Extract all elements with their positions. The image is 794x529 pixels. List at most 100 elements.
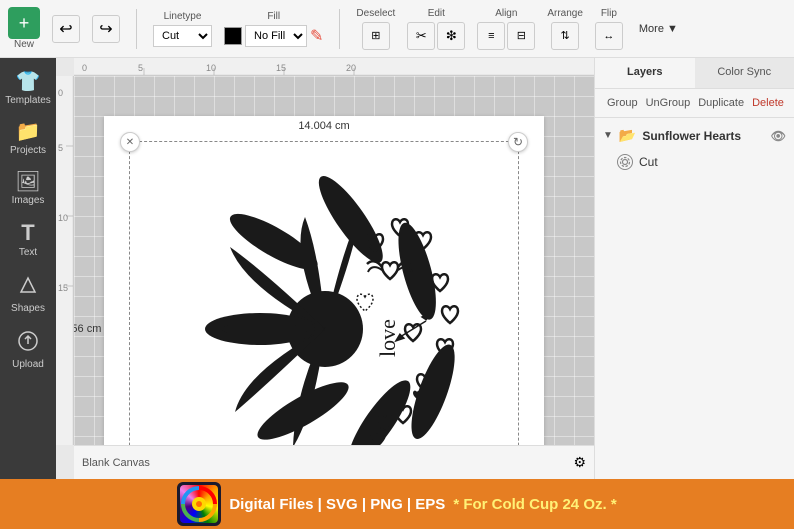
sidebar-item-projects[interactable]: 📁 Projects: [3, 116, 53, 162]
height-label-text: 12.856 cm: [74, 323, 101, 335]
align-group: Align ≡ ⊟: [477, 8, 535, 50]
tab-layers[interactable]: Layers: [595, 58, 695, 88]
tab-color-sync[interactable]: Color Sync: [695, 58, 794, 88]
bottom-banner: MICON DESIGNS Digital Files | SVG | PNG …: [0, 479, 794, 529]
svg-text:love: love: [375, 319, 400, 357]
linetype-select[interactable]: Cut Draw Score: [153, 25, 212, 47]
tab-layers-label: Layers: [627, 66, 662, 78]
svg-text:0: 0: [58, 88, 63, 98]
toolbar: + New ↩ ↪ Linetype Cut Draw Score Fill N…: [0, 0, 794, 58]
width-label-text: 14.004 cm: [298, 120, 349, 132]
layer-sunflower-hearts-name: Sunflower Hearts: [642, 129, 764, 143]
align-button[interactable]: ≡: [477, 22, 505, 50]
panel-actions: Group UnGroup Duplicate Delete: [595, 89, 794, 118]
layer-cut-name: Cut: [639, 155, 786, 169]
fill-label: Fill: [267, 11, 280, 22]
layer-gear-icon: [617, 154, 633, 170]
sidebar-item-projects-label: Projects: [10, 145, 46, 156]
shapes-icon: [17, 274, 39, 300]
deselect-group: Deselect ⊞: [356, 8, 395, 50]
canvas-area[interactable]: 0 5 10 15 20 0 5 10 15: [56, 58, 594, 479]
svg-text:5: 5: [138, 63, 143, 73]
delete-button[interactable]: Delete: [748, 95, 788, 111]
group-button[interactable]: Group: [603, 95, 642, 111]
left-sidebar: 👕 Templates 📁 Projects 🖼 Images T Text S…: [0, 58, 56, 479]
linetype-label: Linetype: [164, 11, 202, 22]
deselect-label: Deselect: [356, 8, 395, 19]
svg-text:20: 20: [346, 63, 356, 73]
more-button[interactable]: More ▼: [635, 21, 682, 37]
dimension-width: 14.004 cm: [298, 120, 349, 132]
duplicate-button[interactable]: Duplicate: [694, 95, 748, 111]
layer-expand-icon: ▼: [603, 130, 613, 141]
main-area: 👕 Templates 📁 Projects 🖼 Images T Text S…: [0, 58, 794, 479]
canvas-bottom: Blank Canvas ⚙: [74, 445, 594, 479]
selection-box[interactable]: 14.004 cm 12.856 cm ✕ ↻ 🔒 ⤢: [129, 141, 519, 445]
more-label: More ▼: [639, 23, 678, 35]
delete-label: Delete: [752, 97, 784, 109]
sidebar-item-templates[interactable]: 👕 Templates: [3, 66, 53, 112]
align-button2[interactable]: ⊟: [507, 22, 535, 50]
group-label: Group: [607, 97, 638, 109]
sidebar-item-shapes[interactable]: Shapes: [3, 268, 53, 320]
canvas-settings-btn[interactable]: ⚙: [573, 454, 586, 471]
flip-button[interactable]: ↔: [595, 22, 623, 50]
new-label: New: [14, 39, 34, 50]
svg-text:0: 0: [82, 63, 87, 73]
svg-text:10: 10: [206, 63, 216, 73]
redo-button[interactable]: ↪: [92, 15, 120, 43]
flip-label: Flip: [601, 8, 617, 19]
layers-content: ▼ 📂 Sunflower Hearts 👁 Cut: [595, 118, 794, 479]
design-svg[interactable]: love: [145, 157, 505, 445]
blank-canvas-label: Blank Canvas: [82, 457, 150, 469]
banner-logo-inner: MICON DESIGNS: [180, 485, 218, 523]
arrange-button[interactable]: ⇅: [551, 22, 579, 50]
sidebar-item-text-label: Text: [19, 247, 37, 258]
sidebar-item-images[interactable]: 🖼 Images: [3, 166, 53, 212]
fill-group: Fill No Fill Fill ✎: [224, 11, 323, 47]
layer-folder-icon: 📂: [619, 127, 636, 144]
sidebar-item-shapes-label: Shapes: [11, 303, 45, 314]
edit-label: Edit: [428, 8, 445, 19]
fill-select[interactable]: No Fill Fill: [245, 25, 307, 47]
banner-logo: MICON DESIGNS: [177, 482, 221, 526]
arrange-group: Arrange ⇅: [547, 8, 583, 50]
upload-icon: [17, 330, 39, 356]
panel-tabs: Layers Color Sync: [595, 58, 794, 89]
linetype-group: Linetype Cut Draw Score: [153, 11, 212, 47]
fill-pen-icon[interactable]: ✎: [310, 26, 323, 46]
rotate-handle[interactable]: ↻: [508, 132, 528, 152]
templates-icon: 👕: [16, 72, 41, 92]
ungroup-button[interactable]: UnGroup: [642, 95, 695, 111]
right-panel: Layers Color Sync Group UnGroup Duplicat…: [594, 58, 794, 479]
sidebar-item-upload[interactable]: Upload: [3, 324, 53, 376]
svg-text:5: 5: [58, 143, 63, 153]
fill-color-swatch[interactable]: [224, 27, 242, 45]
edit-button[interactable]: ✂: [407, 22, 435, 50]
svg-text:15: 15: [276, 63, 286, 73]
close-handle[interactable]: ✕: [120, 132, 140, 152]
dimension-height: 12.856 cm: [74, 323, 101, 335]
layer-sunflower-hearts[interactable]: ▼ 📂 Sunflower Hearts 👁: [595, 122, 794, 149]
sidebar-item-text[interactable]: T Text: [3, 216, 53, 264]
svg-text:10: 10: [58, 213, 68, 223]
flip-group: Flip ↔: [595, 8, 623, 50]
align-label: Align: [495, 8, 517, 19]
layer-cut[interactable]: Cut: [595, 149, 794, 175]
undo-button[interactable]: ↩: [52, 15, 80, 43]
banner-text1: Digital Files | SVG | PNG | EPS: [229, 496, 445, 513]
arrange-label: Arrange: [547, 8, 583, 19]
tab-color-sync-label: Color Sync: [717, 66, 771, 78]
divider1: [136, 9, 137, 49]
edit-group: Edit ✂ ❇: [407, 8, 465, 50]
new-button[interactable]: + New: [8, 7, 40, 50]
text-icon: T: [21, 222, 34, 244]
deselect-button[interactable]: ⊞: [362, 22, 390, 50]
canvas-workspace[interactable]: 14.004 cm 12.856 cm ✕ ↻ 🔒 ⤢: [74, 76, 594, 445]
sidebar-item-upload-label: Upload: [12, 359, 44, 370]
edit-button2[interactable]: ❇: [437, 22, 465, 50]
layer-visibility-icon[interactable]: 👁: [771, 129, 786, 143]
svg-text:15: 15: [58, 283, 68, 293]
divider2: [339, 9, 340, 49]
duplicate-label: Duplicate: [698, 97, 744, 109]
